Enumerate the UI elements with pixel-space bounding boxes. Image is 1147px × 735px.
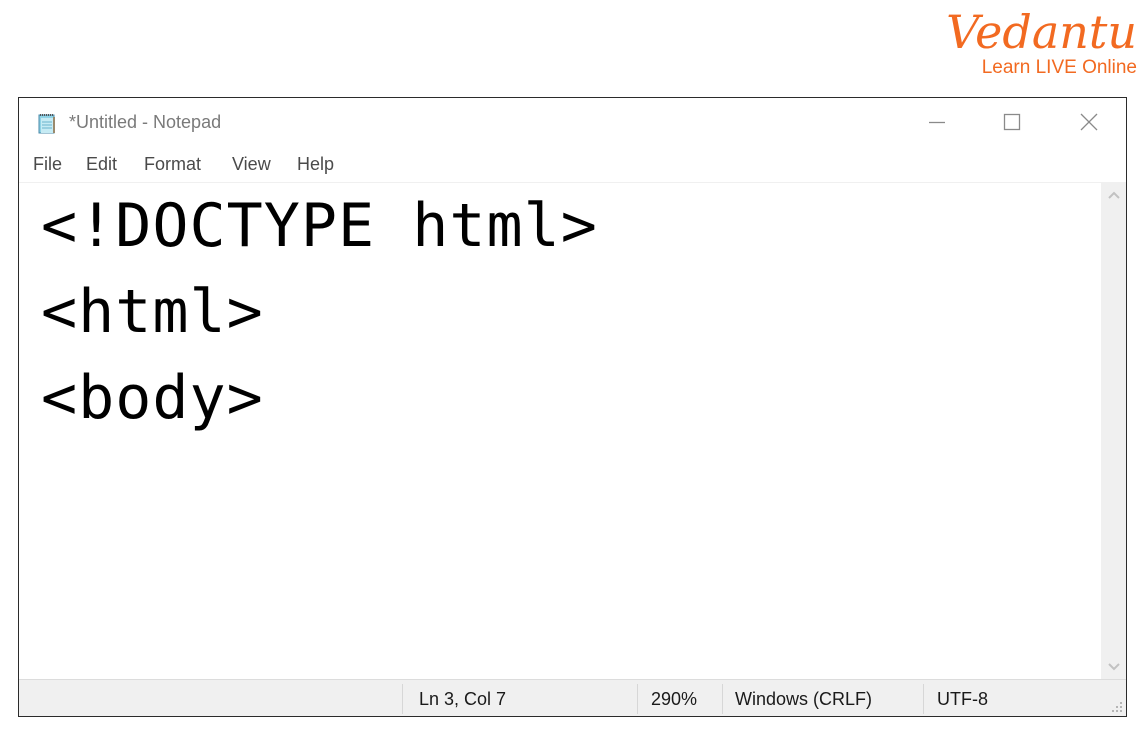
cursor-position: Ln 3, Col 7 <box>419 689 507 709</box>
resize-grip-icon[interactable] <box>1111 701 1123 713</box>
chevron-up-icon <box>1107 191 1120 199</box>
brand-name: Vedantu <box>946 5 1137 59</box>
minimize-icon <box>929 121 945 124</box>
menu-edit[interactable]: Edit <box>86 154 117 175</box>
brand-tagline: Learn LIVE Online <box>981 57 1137 78</box>
menu-view[interactable]: View <box>232 154 271 175</box>
scroll-down-button[interactable] <box>1101 654 1126 679</box>
editor-line: <body> <box>41 363 264 433</box>
vertical-scrollbar[interactable] <box>1101 182 1126 679</box>
menu-bar: File Edit Format View Help <box>19 150 1126 180</box>
line-ending: Windows (CRLF) <box>735 689 873 709</box>
maximize-icon <box>1003 113 1021 131</box>
chevron-down-icon <box>1107 662 1120 670</box>
maximize-button[interactable] <box>974 98 1050 146</box>
editor-content[interactable]: <!DOCTYPE html> <html> <body> <box>41 183 598 441</box>
status-divider <box>923 684 924 714</box>
status-divider <box>402 684 403 714</box>
close-button[interactable] <box>1051 98 1127 146</box>
notepad-icon <box>36 112 58 134</box>
zoom-level: 290% <box>651 689 698 709</box>
status-bar: Ln 3, Col 7 290% Windows (CRLF) UTF-8 <box>19 679 1126 716</box>
encoding: UTF-8 <box>937 689 988 709</box>
status-divider <box>637 684 638 714</box>
vedantu-logo: Vedantu Learn LIVE Online <box>946 4 1137 78</box>
scroll-up-button[interactable] <box>1101 182 1126 207</box>
menu-format[interactable]: Format <box>144 154 201 175</box>
minimize-button[interactable] <box>899 98 975 146</box>
notepad-window: *Untitled - Notepad File Edit Format Vie… <box>18 97 1127 717</box>
editor-line: <html> <box>41 277 264 347</box>
window-title: *Untitled - Notepad <box>69 112 222 132</box>
status-divider <box>722 684 723 714</box>
text-editor[interactable]: <!DOCTYPE html> <html> <body> <box>19 182 1101 680</box>
close-icon <box>1080 113 1098 131</box>
title-bar[interactable]: *Untitled - Notepad <box>19 98 1126 146</box>
editor-line: <!DOCTYPE html> <box>41 191 598 261</box>
menu-help[interactable]: Help <box>297 154 334 175</box>
menu-file[interactable]: File <box>33 154 62 175</box>
